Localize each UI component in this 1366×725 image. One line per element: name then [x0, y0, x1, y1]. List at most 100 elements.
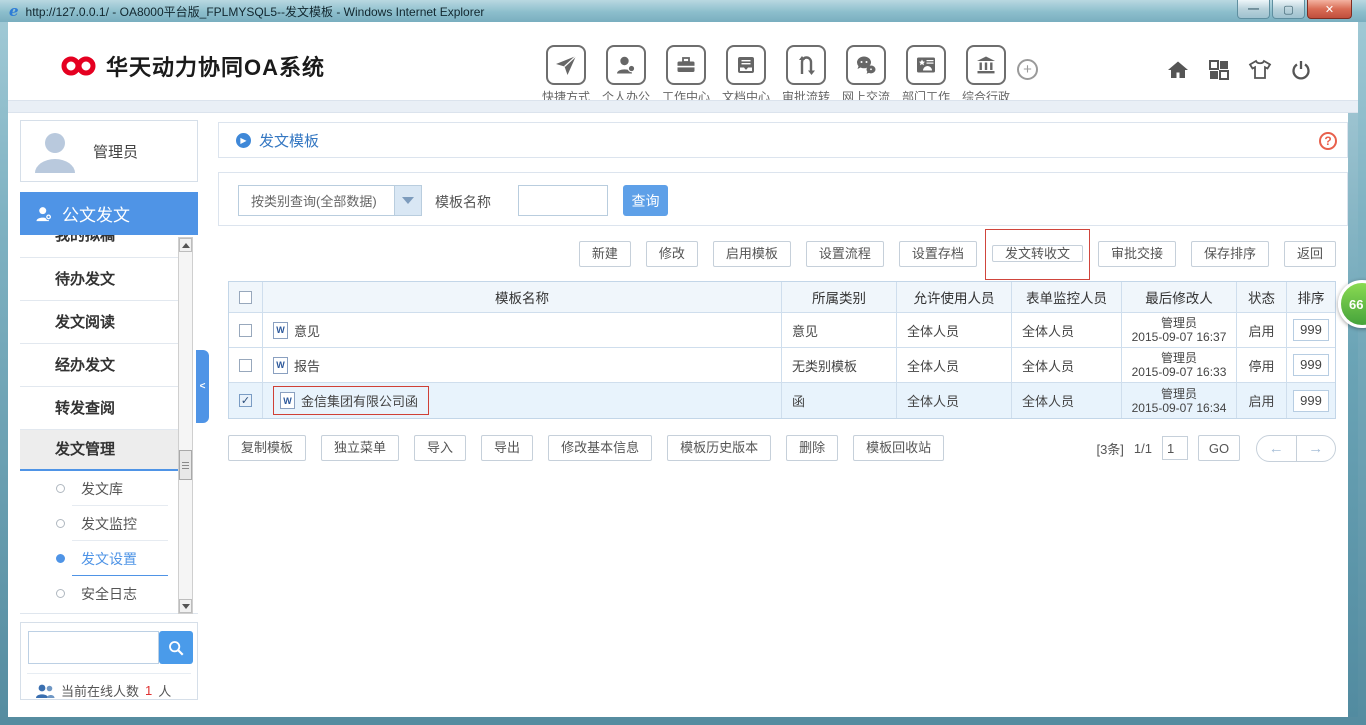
annotation-red-box: W金信集团有限公司函: [273, 386, 429, 415]
pager-pill: ← →: [1256, 435, 1336, 462]
set-archive-button[interactable]: 设置存档: [899, 241, 977, 267]
sidebar-item-handled-dispatch[interactable]: 经办发文: [20, 343, 178, 386]
search-button[interactable]: [159, 631, 193, 664]
table-row-selected[interactable]: ✓ W金信集团有限公司函 函 全体人员 全体人员 管理员2015-09-07 1…: [229, 383, 1335, 418]
add-module-icon[interactable]: +: [1017, 59, 1038, 80]
module-work-center[interactable]: 工作中心: [656, 45, 716, 105]
approval-handover-button[interactable]: 审批交接: [1098, 241, 1176, 267]
dispatch-to-receive-button[interactable]: 发文转收文: [992, 245, 1083, 262]
help-icon[interactable]: ?: [1319, 132, 1337, 150]
set-flow-button[interactable]: 设置流程: [806, 241, 884, 267]
save-order-button[interactable]: 保存排序: [1191, 241, 1269, 267]
copy-template-button[interactable]: 复制模板: [228, 435, 306, 461]
col-category: 所属类别: [782, 282, 897, 312]
toolbar-top: 新建 修改 启用模板 设置流程 设置存档 发文转收文 审批交接 保存排序 返回: [218, 240, 1336, 268]
chat-bubbles-icon: [846, 45, 886, 85]
sidebar-item-dispatch-reading[interactable]: 发文阅读: [20, 300, 178, 343]
scroll-down-icon[interactable]: [179, 599, 192, 613]
home-icon[interactable]: [1165, 57, 1191, 83]
scroll-up-icon[interactable]: [179, 238, 192, 252]
module-document-center[interactable]: 文档中心: [716, 45, 776, 105]
module-nav: 快捷方式 个人办公 工作中心 文档中心 审批流转: [536, 45, 1016, 105]
order-input[interactable]: 999: [1293, 319, 1329, 341]
app-logo: 华天动力协同OA系统: [60, 50, 325, 82]
minimize-button[interactable]: —: [1237, 0, 1270, 19]
radio-icon: [56, 589, 65, 598]
select-all-checkbox[interactable]: [239, 291, 252, 304]
document-tray-icon: [726, 45, 766, 85]
browser-scrollbar[interactable]: [1348, 113, 1358, 717]
sidebar-section-gongwen[interactable]: 公文发文: [20, 192, 198, 235]
page-input[interactable]: [1162, 436, 1188, 460]
pagination: [3条] 1/1 GO ← →: [1096, 435, 1336, 462]
sidebar-collapse-handle[interactable]: <: [196, 350, 209, 423]
sidebar-item-pending-dispatch[interactable]: 待办发文: [20, 257, 178, 300]
template-history-button[interactable]: 模板历史版本: [667, 435, 771, 461]
word-doc-icon: W: [280, 392, 295, 409]
window-title: http://127.0.0.1/ - OA8000平台版_FPLMYSQL5-…: [26, 3, 485, 20]
sidebar-search-input[interactable]: [28, 631, 159, 664]
module-department-work[interactable]: 部门工作: [896, 45, 956, 105]
ie-window: e http://127.0.0.1/ - OA8000平台版_FPLMYSQL…: [0, 0, 1366, 725]
col-order: 排序: [1287, 282, 1335, 312]
app-title: 华天动力协同OA系统: [106, 50, 325, 82]
template-name-input[interactable]: [518, 185, 608, 216]
col-monitor-users: 表单监控人员: [1012, 282, 1122, 312]
go-button[interactable]: GO: [1198, 435, 1240, 461]
enable-template-button[interactable]: 启用模板: [713, 241, 791, 267]
modify-basic-info-button[interactable]: 修改基本信息: [548, 435, 652, 461]
sidebar-item-dispatch-management[interactable]: 发文管理: [20, 429, 178, 471]
order-input[interactable]: 999: [1293, 390, 1329, 412]
row-checkbox[interactable]: [239, 359, 252, 372]
delete-button[interactable]: 删除: [786, 435, 838, 461]
power-icon[interactable]: [1288, 57, 1314, 83]
table-row[interactable]: W意见 意见 全体人员 全体人员 管理员2015-09-07 16:37 启用 …: [229, 313, 1335, 348]
prev-page-icon[interactable]: ←: [1257, 436, 1297, 461]
sidebar-subitem-dispatch-library[interactable]: 发文库: [20, 471, 178, 506]
scrollbar-thumb[interactable]: [179, 450, 192, 480]
order-input[interactable]: 999: [1293, 354, 1329, 376]
header-divider-band: [8, 100, 1358, 113]
page-indicator: 1/1: [1134, 441, 1152, 456]
export-button[interactable]: 导出: [481, 435, 533, 461]
chevron-down-icon[interactable]: [394, 186, 421, 215]
module-online-chat[interactable]: 网上交流: [836, 45, 896, 105]
table-row[interactable]: W报告 无类别模板 全体人员 全体人员 管理员2015-09-07 16:33 …: [229, 348, 1335, 383]
module-personal-office[interactable]: 个人办公: [596, 45, 656, 105]
sidebar-subitem-dispatch-monitor[interactable]: 发文监控: [20, 506, 178, 541]
sidebar-search-card: 当前在线人数 1 人: [20, 622, 198, 700]
close-button[interactable]: ✕: [1307, 0, 1352, 19]
sidebar-item-my-drafts[interactable]: 我的拟稿: [20, 235, 178, 257]
query-button[interactable]: 查询: [623, 185, 668, 216]
grid-icon[interactable]: [1206, 57, 1232, 83]
online-users-icon: [35, 683, 55, 699]
person-icon: [606, 45, 646, 85]
sidebar-scrollbar[interactable]: [178, 237, 193, 614]
page-title-panel: ▶ 发文模板 ?: [218, 122, 1348, 158]
maximize-button[interactable]: ▢: [1272, 0, 1305, 19]
independent-menu-button[interactable]: 独立菜单: [321, 435, 399, 461]
category-dropdown[interactable]: 按类别查询(全部数据): [238, 185, 422, 216]
sidebar-subitem-dispatch-settings[interactable]: 发文设置: [20, 541, 178, 576]
row-checkbox[interactable]: [239, 324, 252, 337]
briefcase-icon: [666, 45, 706, 85]
col-status: 状态: [1237, 282, 1287, 312]
row-checkbox-checked[interactable]: ✓: [239, 394, 252, 407]
module-general-admin[interactable]: 综合行政: [956, 45, 1016, 105]
status-value: 停用: [1237, 348, 1287, 382]
template-recycle-bin-button[interactable]: 模板回收站: [853, 435, 944, 461]
back-button[interactable]: 返回: [1284, 241, 1336, 267]
sidebar-subitem-security-log[interactable]: 安全日志: [20, 576, 178, 611]
module-approval-flow[interactable]: 审批流转: [776, 45, 836, 105]
theme-shirt-icon[interactable]: [1247, 57, 1273, 83]
new-button[interactable]: 新建: [579, 241, 631, 267]
import-button[interactable]: 导入: [414, 435, 466, 461]
sidebar-item-forward-review[interactable]: 转发查阅: [20, 386, 178, 429]
module-shortcuts[interactable]: 快捷方式: [536, 45, 596, 105]
radio-selected-icon: [56, 554, 65, 563]
infinity-logo-icon: [60, 53, 98, 79]
modify-button[interactable]: 修改: [646, 241, 698, 267]
next-page-icon[interactable]: →: [1297, 436, 1336, 461]
col-last-modifier: 最后修改人: [1122, 282, 1237, 312]
user-name: 管理员: [93, 141, 138, 162]
